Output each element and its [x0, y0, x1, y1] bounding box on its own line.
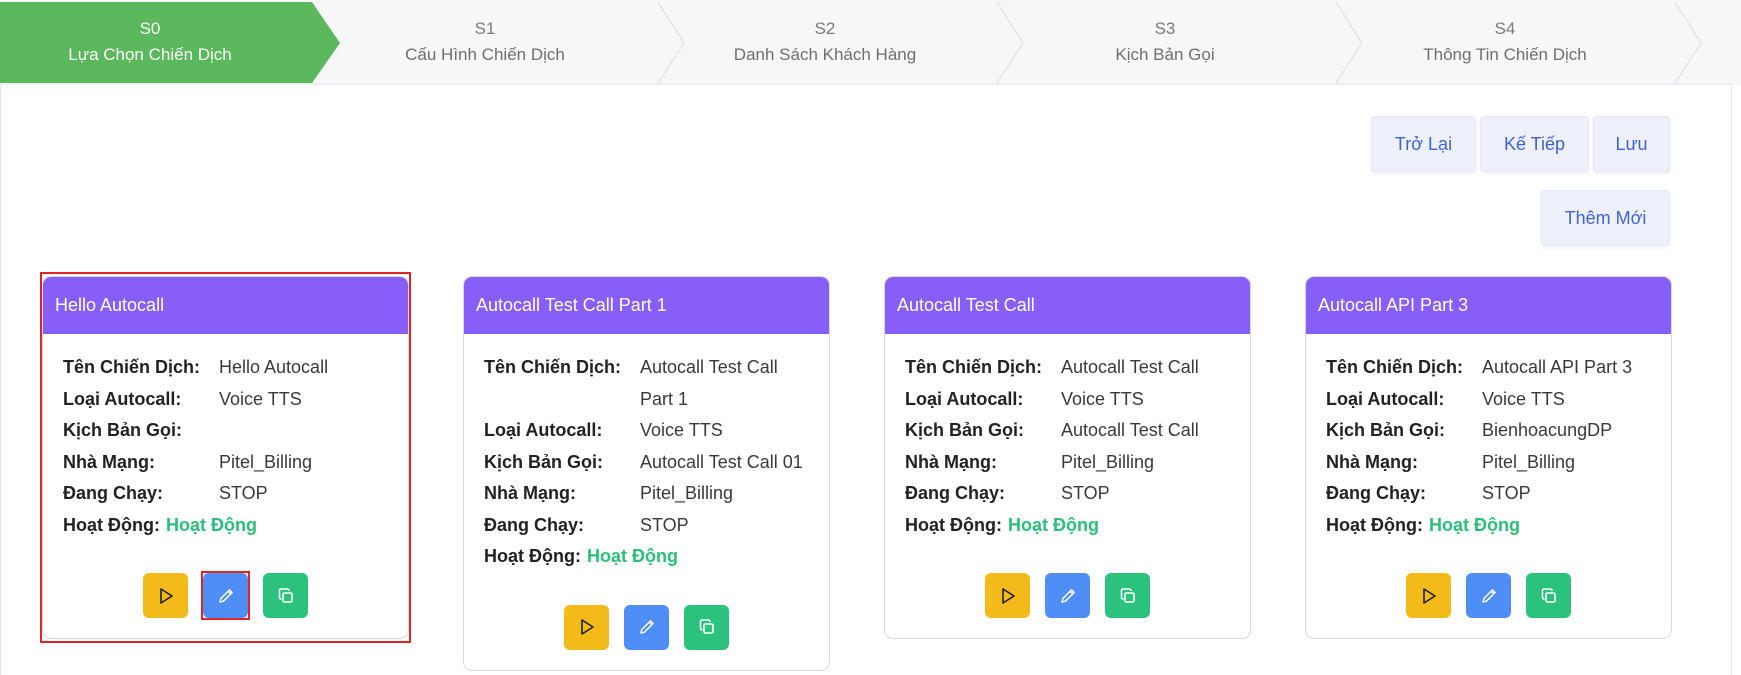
wizard-stepper: S0 Lựa Chọn Chiến Dịch S1 Cấu Hình Chiến… [0, 0, 1741, 85]
step-title: Danh Sách Khách Hàng [733, 44, 917, 64]
campaign-name-label: Tên Chiến Dịch: [1326, 357, 1464, 377]
carrier-value: Pitel_Billing [219, 451, 313, 472]
campaign-card: Autocall Test Call Tên Chiến Dịch: Autoca… [884, 276, 1251, 639]
step-code: S3 [1154, 18, 1176, 38]
call-script-value: BienhoacungDP [1482, 420, 1613, 440]
carrier-label: Nhà Mạng: [63, 451, 155, 472]
copy-button[interactable] [1105, 573, 1150, 618]
status-label: Hoạt Động: [484, 546, 581, 566]
play-button[interactable] [143, 573, 188, 618]
edit-button[interactable] [203, 573, 248, 618]
status-label: Hoạt Động: [1326, 514, 1423, 535]
step-code: S0 [139, 18, 161, 38]
running-label: Đang Chạy: [1326, 483, 1427, 503]
add-new-button[interactable]: Thêm Mới [1541, 190, 1670, 246]
carrier-label: Nhà Mạng: [905, 451, 997, 472]
copy-button[interactable] [263, 573, 308, 618]
autocall-type-label: Loại Autocall: [484, 420, 603, 440]
step-code: S2 [814, 18, 836, 38]
play-icon [1422, 587, 1436, 604]
save-button[interactable]: Lưu [1593, 116, 1670, 172]
copy-icon [699, 619, 714, 634]
call-script-label: Kịch Bản Gọi: [63, 420, 183, 440]
campaign-name-value: Autocall Test Call [1061, 357, 1199, 377]
play-icon [159, 587, 173, 604]
status-value: Hoạt Động [165, 514, 257, 535]
copy-button[interactable] [684, 604, 729, 650]
autocall-type-label: Loại Autocall: [1326, 388, 1445, 409]
pencil-icon [1060, 588, 1075, 603]
play-button[interactable] [985, 573, 1030, 618]
running-label: Đang Chạy: [905, 483, 1006, 503]
step-s0[interactable]: S0 Lựa Chọn Chiến Dịch [0, 0, 300, 85]
copy-icon [1541, 587, 1556, 603]
card-title: Autocall Test Call Part 1 [464, 277, 829, 334]
copy-icon [278, 587, 293, 603]
campaign-card: Autocall API Part 3 Tên Chiến Dịch: Autoc… [1305, 276, 1672, 639]
back-button[interactable]: Trở Lại [1371, 116, 1476, 172]
card-title: Autocall API Part 3 [1306, 277, 1671, 334]
edit-button[interactable] [624, 604, 669, 650]
running-value: STOP [219, 483, 268, 503]
campaign-name-value: Autocall Test Call Part 1 [640, 357, 778, 409]
pencil-icon [639, 620, 654, 634]
call-script-value: Autocall Test Call 01 [640, 451, 803, 472]
running-value: STOP [1061, 483, 1110, 503]
play-button[interactable] [1406, 573, 1451, 618]
edit-button[interactable] [1466, 573, 1511, 618]
step-s3[interactable]: S3 Kịch Bản Gọi [995, 0, 1335, 85]
step-title: Thông Tin Chiến Dịch [1423, 44, 1587, 64]
campaign-name-label: Tên Chiến Dịch: [484, 357, 622, 377]
card-title: Hello Autocall [43, 277, 408, 334]
status-label: Hoạt Động: [905, 514, 1002, 535]
next-button[interactable]: Kế Tiếp [1480, 116, 1589, 172]
card-title: Autocall Test Call [885, 277, 1250, 334]
campaign-card: Hello Autocall Tên Chiến Dịch: Hello Auto… [42, 276, 409, 639]
status-label: Hoạt Động: [63, 514, 160, 535]
autocall-type-label: Loại Autocall: [905, 388, 1024, 409]
call-script-label: Kịch Bản Gọi: [484, 451, 604, 472]
campaign-name-label: Tên Chiến Dịch: [905, 357, 1043, 377]
campaign-name-value: Autocall API Part 3 [1482, 357, 1633, 377]
running-value: STOP [640, 514, 689, 535]
step-code: S4 [1494, 18, 1516, 38]
step-title: Kịch Bản Gọi [1115, 44, 1215, 64]
play-button[interactable] [564, 604, 609, 650]
copy-icon [1120, 587, 1135, 603]
carrier-value: Pitel_Billing [640, 483, 734, 503]
campaign-card: Autocall Test Call Part 1 Tên Chiến Dịch… [463, 276, 830, 671]
step-s1[interactable]: S1 Cấu Hình Chiến Dịch [315, 0, 655, 85]
autocall-type-value: Voice TTS [219, 388, 302, 409]
carrier-label: Nhà Mạng: [1326, 451, 1418, 472]
copy-button[interactable] [1526, 573, 1571, 618]
pencil-icon [1481, 588, 1496, 603]
call-script-label: Kịch Bản Gọi: [1326, 420, 1446, 440]
step-title: Cấu Hình Chiến Dịch [405, 44, 565, 64]
step-code: S1 [474, 18, 496, 38]
pencil-icon [218, 588, 233, 603]
status-value: Hoạt Động [586, 546, 678, 566]
call-script-label: Kịch Bản Gọi: [905, 420, 1025, 440]
edit-button[interactable] [1045, 573, 1090, 618]
running-label: Đang Chạy: [484, 514, 585, 535]
step-s4[interactable]: S4 Thông Tin Chiến Dịch [1335, 0, 1675, 85]
step-s2[interactable]: S2 Danh Sách Khách Hàng [655, 0, 995, 85]
carrier-value: Pitel_Billing [1482, 451, 1576, 472]
carrier-value: Pitel_Billing [1061, 451, 1155, 472]
status-value: Hoạt Động [1428, 514, 1520, 535]
campaign-name-label: Tên Chiến Dịch: [63, 357, 201, 377]
status-value: Hoạt Động [1007, 514, 1099, 535]
step-title: Lựa Chọn Chiến Dịch [68, 44, 232, 64]
play-icon [580, 619, 594, 635]
running-value: STOP [1482, 483, 1531, 503]
carrier-label: Nhà Mạng: [484, 483, 576, 503]
play-icon [1001, 587, 1015, 604]
running-label: Đang Chạy: [63, 483, 164, 503]
campaign-name-value: Hello Autocall [219, 357, 329, 377]
call-script-value: Autocall Test Call [1061, 420, 1199, 440]
autocall-type-value: Voice TTS [1482, 388, 1565, 409]
autocall-type-value: Voice TTS [1061, 388, 1144, 409]
autocall-type-label: Loại Autocall: [63, 388, 182, 409]
autocall-type-value: Voice TTS [640, 420, 723, 440]
